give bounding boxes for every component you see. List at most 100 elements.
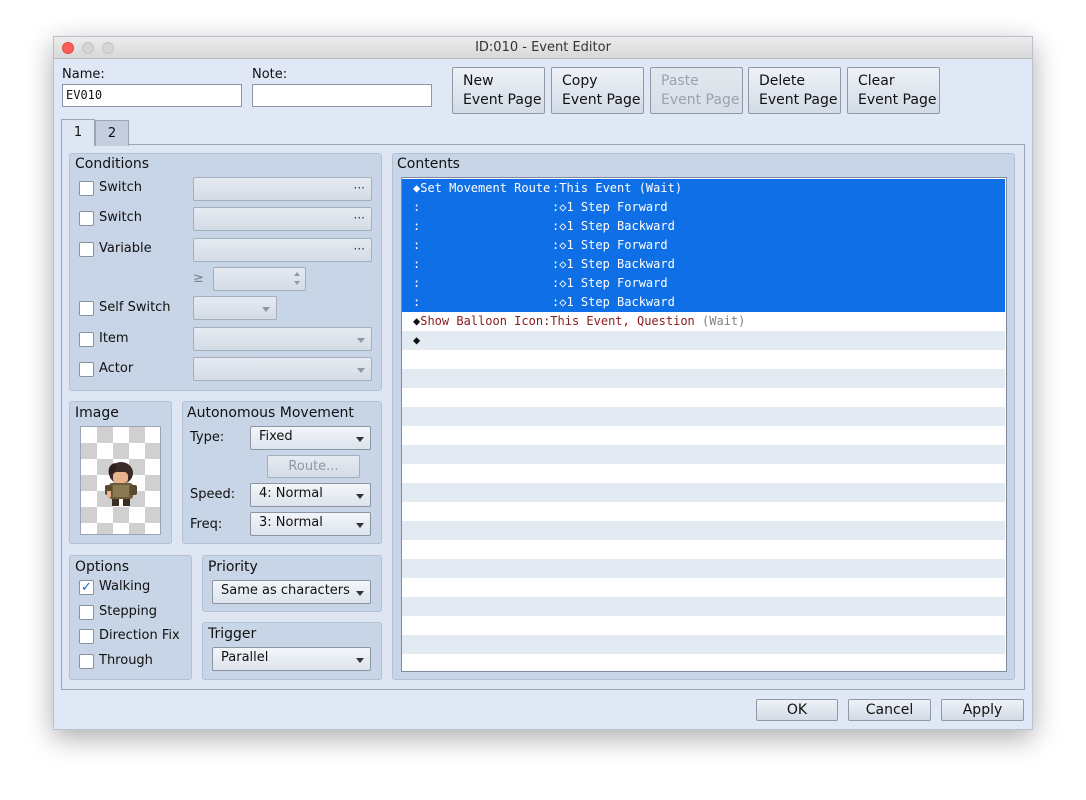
command-name: ◆Set Movement Route	[413, 181, 551, 195]
tab-page-2[interactable]: 2	[95, 120, 129, 146]
through-label: Through	[99, 653, 153, 668]
ok-button[interactable]: OK	[756, 699, 838, 721]
walking-checkbox[interactable]: ✓	[79, 580, 94, 595]
self-switch-checkbox[interactable]	[79, 301, 94, 316]
copy-button-line1: Copy	[562, 73, 598, 89]
actor-dropdown[interactable]	[193, 357, 372, 381]
list-item[interactable]: ◆	[402, 331, 1005, 350]
cancel-button[interactable]: Cancel	[848, 699, 931, 721]
name-label: Name:	[62, 67, 105, 82]
command-row: ◆Show Balloon Icon:This Event, Question …	[413, 312, 745, 331]
priority-dropdown[interactable]: Same as characters	[212, 580, 371, 604]
switch1-label: Switch	[99, 180, 142, 195]
autonomous-movement-title: Autonomous Movement	[187, 405, 354, 421]
paste-button-line2: Event Page	[661, 92, 740, 108]
command-continuation: :	[413, 219, 421, 233]
priority-title: Priority	[208, 559, 258, 575]
stepping-checkbox[interactable]	[79, 605, 94, 620]
switch2-checkbox[interactable]	[79, 211, 94, 226]
list-item	[402, 578, 1005, 597]
switch2-ellipsis-icon: ···	[353, 211, 365, 225]
route-step: :◇1 Step Forward	[552, 276, 668, 290]
apply-button[interactable]: Apply	[941, 699, 1024, 721]
route-step: :◇1 Step Forward	[552, 238, 668, 252]
variable-value-spinner[interactable]	[213, 267, 306, 291]
variable-selector[interactable]: ···	[193, 238, 372, 262]
actor-checkbox[interactable]	[79, 362, 94, 377]
item-dropdown[interactable]	[193, 327, 372, 351]
item-checkbox[interactable]	[79, 332, 94, 347]
variable-checkbox[interactable]	[79, 242, 94, 257]
event-image-preview[interactable]	[80, 426, 161, 535]
list-item[interactable]: : :◇1 Step Forward	[402, 236, 1005, 255]
direction-fix-checkbox[interactable]	[79, 629, 94, 644]
route-button[interactable]: Route...	[267, 455, 360, 478]
gte-symbol: ≥	[193, 271, 204, 286]
chevron-down-icon	[356, 437, 364, 442]
list-item	[402, 597, 1005, 616]
list-item[interactable]: ◆Show Balloon Icon:This Event, Question …	[402, 312, 1005, 331]
list-item[interactable]: : :◇1 Step Forward	[402, 274, 1005, 293]
trigger-dropdown[interactable]: Parallel	[212, 647, 371, 671]
new-event-page-button[interactable]: New Event Page	[452, 67, 545, 114]
name-field[interactable]: EV010	[62, 84, 242, 107]
command-params: :This Event (Wait)	[552, 181, 683, 195]
list-item	[402, 350, 1005, 369]
spinner-up-icon[interactable]	[294, 272, 300, 276]
list-item	[402, 388, 1005, 407]
tab-page-1[interactable]: 1	[61, 119, 95, 146]
character-sprite-icon	[105, 462, 137, 506]
delete-button-line2: Event Page	[759, 92, 838, 108]
list-item[interactable]: : :◇1 Step Backward	[402, 255, 1005, 274]
self-switch-dropdown[interactable]	[193, 296, 277, 320]
delete-event-page-button[interactable]: Delete Event Page	[748, 67, 841, 114]
list-item	[402, 540, 1005, 559]
list-item[interactable]: : :◇1 Step Forward	[402, 198, 1005, 217]
command-continuation: :	[413, 295, 421, 309]
list-item	[402, 654, 1005, 671]
list-item	[402, 369, 1005, 388]
chevron-down-icon	[262, 307, 270, 312]
list-item	[402, 502, 1005, 521]
movement-speed-dropdown[interactable]: 4: Normal	[250, 483, 371, 507]
note-label: Note:	[252, 67, 288, 82]
chevron-down-icon	[357, 338, 365, 343]
contents-title: Contents	[397, 156, 460, 172]
chevron-down-icon	[357, 368, 365, 373]
movement-type-dropdown[interactable]: Fixed	[250, 426, 371, 450]
movement-freq-dropdown[interactable]: 3: Normal	[250, 512, 371, 536]
switch1-checkbox[interactable]	[79, 181, 94, 196]
note-field[interactable]	[252, 84, 432, 107]
variable-ellipsis-icon: ···	[353, 242, 365, 256]
conditions-title: Conditions	[75, 156, 150, 172]
through-checkbox[interactable]	[79, 654, 94, 669]
list-item	[402, 483, 1005, 502]
command-continuation: :	[413, 257, 421, 271]
chevron-down-icon	[356, 523, 364, 528]
list-item	[402, 635, 1005, 654]
command-list[interactable]: ◆Set Movement Route :This Event (Wait) :…	[401, 177, 1007, 672]
switch1-ellipsis-icon: ···	[353, 181, 365, 195]
copy-event-page-button[interactable]: Copy Event Page	[551, 67, 644, 114]
command-continuation: :	[413, 200, 421, 214]
switch1-selector[interactable]: ···	[193, 177, 372, 201]
spinner-down-icon[interactable]	[294, 281, 300, 285]
type-label: Type:	[190, 430, 225, 445]
chevron-down-icon	[356, 494, 364, 499]
paste-event-page-button[interactable]: Paste Event Page	[650, 67, 743, 114]
clear-event-page-button[interactable]: Clear Event Page	[847, 67, 940, 114]
item-label: Item	[99, 331, 129, 346]
switch2-label: Switch	[99, 210, 142, 225]
trigger-value: Parallel	[221, 650, 269, 665]
command-name: Show Balloon Icon	[420, 314, 544, 328]
list-item[interactable]: ◆Set Movement Route :This Event (Wait)	[402, 179, 1005, 198]
route-step: :◇1 Step Backward	[552, 219, 675, 233]
command-wait: (Wait)	[702, 314, 746, 328]
list-item[interactable]: : :◇1 Step Backward	[402, 217, 1005, 236]
list-item[interactable]: : :◇1 Step Backward	[402, 293, 1005, 312]
image-title: Image	[75, 405, 119, 421]
empty-command-marker: ◆	[413, 333, 421, 347]
list-item	[402, 407, 1005, 426]
route-step: :◇1 Step Forward	[552, 200, 668, 214]
switch2-selector[interactable]: ···	[193, 207, 372, 231]
